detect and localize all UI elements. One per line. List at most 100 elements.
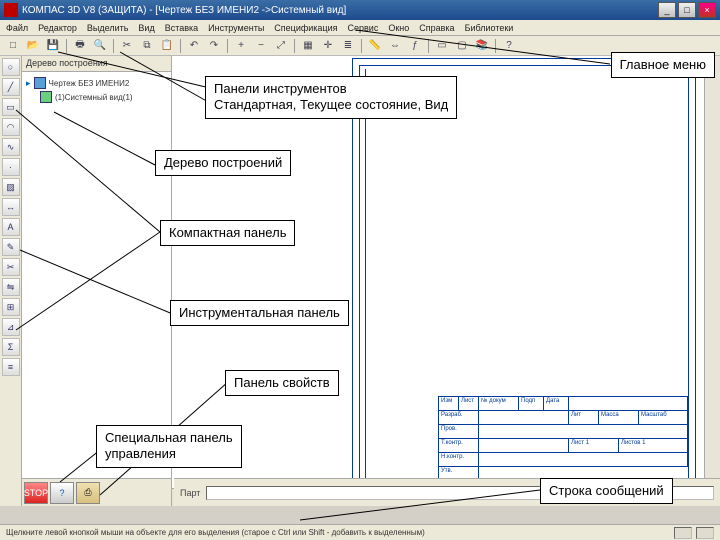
auto-icon[interactable]: ⎙: [76, 482, 100, 504]
layers-icon[interactable]: ≣: [339, 38, 357, 54]
stamp-cell: Лист 1: [569, 439, 619, 452]
trim-icon[interactable]: ✂: [2, 258, 20, 276]
stamp-cell: Листов 1: [619, 439, 688, 452]
menu-window[interactable]: Окно: [388, 23, 409, 33]
tree-root[interactable]: ▸ Чертеж БЕЗ ИМЕНИ2: [26, 76, 167, 90]
stamp-cell: Пров.: [439, 425, 479, 438]
status-segment: [674, 527, 692, 539]
menu-spec[interactable]: Спецификация: [274, 23, 337, 33]
sheet-inner-frame: Изм Лист № докум Подп Дата Разраб. Лит М…: [359, 65, 689, 497]
arc-icon[interactable]: ◠: [2, 118, 20, 136]
compact-panel: ○ ╱ ▭ ◠ ∿ · ▨ ↔ A ✎ ✂ ⇋ ⊞ ⊿ Σ ≡: [0, 56, 22, 506]
callout-special: Специальная панель управления: [96, 425, 242, 468]
stamp-cell: [479, 453, 688, 466]
stop-icon[interactable]: STOP: [24, 482, 48, 504]
mirror-icon[interactable]: ⇋: [2, 278, 20, 296]
measure-icon[interactable]: 📏: [366, 38, 384, 54]
paste-icon[interactable]: 📋: [158, 38, 176, 54]
line-icon[interactable]: ╱: [2, 78, 20, 96]
stamp-cell: Лит: [569, 411, 599, 424]
spline-icon[interactable]: ∿: [2, 138, 20, 156]
zoom-fit-icon[interactable]: ⤢: [272, 38, 290, 54]
stamp-cell: [479, 439, 569, 452]
rect-icon[interactable]: ▭: [2, 98, 20, 116]
geometry-icon[interactable]: ○: [2, 58, 20, 76]
title-bar: КОМПАС 3D V8 (ЗАЩИТА) - [Чертеж БЕЗ ИМЕН…: [0, 0, 720, 20]
hatch-icon[interactable]: ▨: [2, 178, 20, 196]
menu-insert[interactable]: Вставка: [165, 23, 198, 33]
copy-icon[interactable]: ⧉: [138, 38, 156, 54]
separator: [495, 39, 496, 53]
stamp-cell: Изм: [439, 397, 459, 410]
menu-service[interactable]: Сервис: [348, 23, 379, 33]
spec-icon[interactable]: ≡: [2, 358, 20, 376]
menu-file[interactable]: Файл: [6, 23, 28, 33]
text-icon[interactable]: A: [2, 218, 20, 236]
cut-icon[interactable]: ✂: [118, 38, 136, 54]
param-icon[interactable]: ƒ: [406, 38, 424, 54]
redo-icon[interactable]: ↷: [205, 38, 223, 54]
array-icon[interactable]: ⊞: [2, 298, 20, 316]
menu-select[interactable]: Выделить: [87, 23, 129, 33]
undo-icon[interactable]: ↶: [185, 38, 203, 54]
open-icon[interactable]: 📂: [24, 38, 42, 54]
stamp-cell: Лист: [459, 397, 479, 410]
separator: [113, 39, 114, 53]
callout-mainmenu: Главное меню: [611, 52, 715, 78]
snap-icon[interactable]: ✛: [319, 38, 337, 54]
new-icon[interactable]: □: [4, 38, 22, 54]
callout-toolbars: Панели инструментов Стандартная, Текущее…: [205, 76, 457, 119]
save-icon[interactable]: 💾: [44, 38, 62, 54]
callout-status: Строка сообщений: [540, 478, 673, 504]
sheet-frame: Изм Лист № докум Подп Дата Разраб. Лит М…: [352, 58, 696, 504]
param2-icon[interactable]: Σ: [2, 338, 20, 356]
menu-lib[interactable]: Библиотеки: [465, 23, 514, 33]
help2-icon[interactable]: ?: [50, 482, 74, 504]
menu-view[interactable]: Вид: [138, 23, 154, 33]
preview-icon[interactable]: 🔍: [91, 38, 109, 54]
stamp-cell: Т.контр.: [439, 439, 479, 452]
status-segment: [696, 527, 714, 539]
measure2-icon[interactable]: ⊿: [2, 318, 20, 336]
stamp-cell: № докум: [479, 397, 519, 410]
vertical-scrollbar[interactable]: [704, 56, 720, 488]
grid-icon[interactable]: ▦: [299, 38, 317, 54]
stamp-cell: Разраб.: [439, 411, 479, 424]
maximize-button[interactable]: □: [678, 2, 696, 18]
minimize-button[interactable]: _: [658, 2, 676, 18]
menu-help[interactable]: Справка: [419, 23, 454, 33]
view2-icon[interactable]: ▢: [453, 38, 471, 54]
help-icon[interactable]: ?: [500, 38, 518, 54]
view1-icon[interactable]: ▭: [433, 38, 451, 54]
status-bar: Щелкните левой кнопкой мыши на объекте д…: [0, 524, 720, 540]
dim-icon[interactable]: ↔: [2, 198, 20, 216]
stamp-cell: Масса: [599, 411, 639, 424]
drawing-icon: [34, 77, 46, 89]
menu-edit[interactable]: Редактор: [38, 23, 77, 33]
tree-child[interactable]: (1)Системный вид(1): [26, 90, 167, 104]
dimstyle-icon[interactable]: ⇔: [386, 38, 404, 54]
drawing-canvas[interactable]: Изм Лист № докум Подп Дата Разраб. Лит М…: [172, 56, 720, 506]
props-label: Парт: [180, 488, 200, 498]
stamp-cell: Н.контр.: [439, 453, 479, 466]
separator: [294, 39, 295, 53]
stamp-cell: Дата: [544, 397, 569, 410]
separator: [180, 39, 181, 53]
callout-toolpanel: Инструментальная панель: [170, 300, 349, 326]
stamp-cell: [479, 411, 569, 424]
zoom-in-icon[interactable]: +: [232, 38, 250, 54]
callout-compact: Компактная панель: [160, 220, 295, 246]
status-text: Щелкните левой кнопкой мыши на объекте д…: [6, 528, 425, 537]
point-icon[interactable]: ·: [2, 158, 20, 176]
tree-header: Дерево построения: [22, 56, 171, 72]
zoom-out-icon[interactable]: −: [252, 38, 270, 54]
close-button[interactable]: ×: [698, 2, 716, 18]
app-icon: [4, 3, 18, 17]
edit-icon[interactable]: ✎: [2, 238, 20, 256]
library-icon[interactable]: 📚: [473, 38, 491, 54]
separator: [227, 39, 228, 53]
separator: [361, 39, 362, 53]
print-icon[interactable]: 🖶: [71, 38, 89, 54]
stamp-cell: Масштаб: [639, 411, 688, 424]
menu-tools[interactable]: Инструменты: [208, 23, 264, 33]
